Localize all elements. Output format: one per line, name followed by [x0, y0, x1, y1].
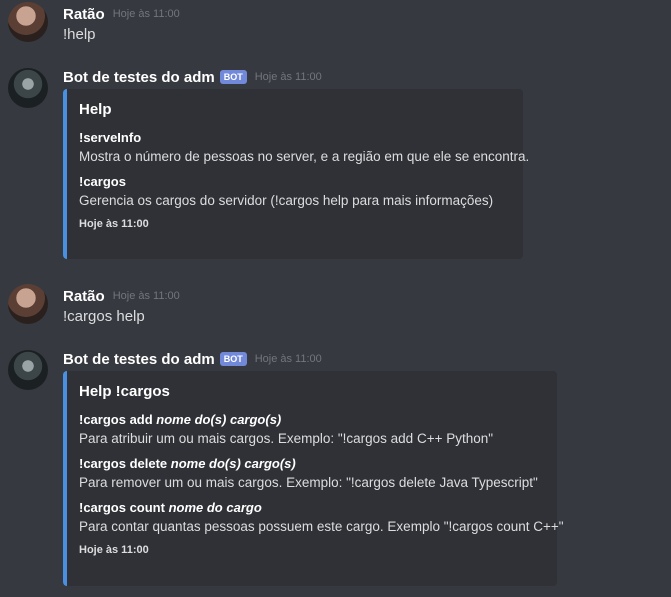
author-name[interactable]: Bot de testes do adm [63, 351, 215, 368]
timestamp: Hoje às 11:00 [254, 353, 322, 365]
author-name[interactable]: Bot de testes do adm [63, 69, 215, 86]
timestamp: Hoje às 11:00 [112, 290, 180, 302]
embed-field-name: !cargos [79, 174, 126, 189]
timestamp: Hoje às 11:00 [254, 71, 322, 83]
embed-field-name: !cargos delete nome do(s) cargo(s) [79, 456, 543, 471]
bot-avatar[interactable] [8, 350, 48, 390]
message-text: !help [63, 26, 96, 43]
embed-field-name: !cargos add nome do(s) cargo(s) [79, 412, 543, 427]
embed-field-value: Mostra o número de pessoas no server, e … [79, 149, 530, 164]
command-text: !cargos delete [79, 456, 171, 471]
embed-field-name: !serveInfo [79, 130, 142, 145]
embed-footer: Hoje às 11:00 [79, 544, 149, 556]
message-header: Ratão Hoje às 11:00 [63, 4, 180, 24]
command-argument: nome do cargo [168, 500, 262, 515]
command-argument: nome do(s) cargo(s) [156, 412, 282, 427]
message-header: Bot de testes do adm BOT Hoje às 11:00 [63, 349, 322, 369]
user-avatar[interactable] [8, 2, 48, 42]
embed-field-value: Gerencia os cargos do servidor (!cargos … [79, 193, 494, 208]
embed: Help !cargos !cargos add nome do(s) carg… [63, 371, 564, 586]
command-text: !cargos count [79, 500, 169, 515]
embed-field-value: Para remover um ou mais cargos. Exemplo:… [79, 475, 538, 490]
message-text: !cargos help [63, 308, 145, 325]
embed-title: Help [79, 101, 112, 118]
message: Ratão Hoje às 11:00 !help [0, 2, 671, 46]
message: Bot de testes do adm BOT Hoje às 11:00 H… [0, 347, 671, 587]
bot-badge: BOT [219, 70, 247, 84]
command-argument: nome do(s) cargo(s) [170, 456, 296, 471]
embed-field-value: Para contar quantas pessoas possuem este… [79, 519, 564, 534]
message-header: Ratão Hoje às 11:00 [63, 286, 180, 306]
timestamp: Hoje às 11:00 [112, 8, 180, 20]
embed: Help !serveInfo Mostra o número de pesso… [63, 89, 530, 259]
bot-avatar[interactable] [8, 68, 48, 108]
user-avatar[interactable] [8, 284, 48, 324]
message-header: Bot de testes do adm BOT Hoje às 11:00 [63, 67, 322, 87]
message: Bot de testes do adm BOT Hoje às 11:00 H… [0, 65, 671, 265]
embed-footer: Hoje às 11:00 [79, 218, 149, 230]
message: Ratão Hoje às 11:00 !cargos help [0, 284, 671, 328]
author-name[interactable]: Ratão [63, 6, 105, 23]
embed-field-name: !cargos count nome do cargo [79, 500, 543, 515]
command-text: !cargos add [79, 412, 157, 427]
embed-field-value: Para atribuir um ou mais cargos. Exemplo… [79, 431, 494, 446]
bot-badge: BOT [219, 352, 247, 366]
embed-title: Help !cargos [79, 383, 170, 400]
author-name[interactable]: Ratão [63, 288, 105, 305]
